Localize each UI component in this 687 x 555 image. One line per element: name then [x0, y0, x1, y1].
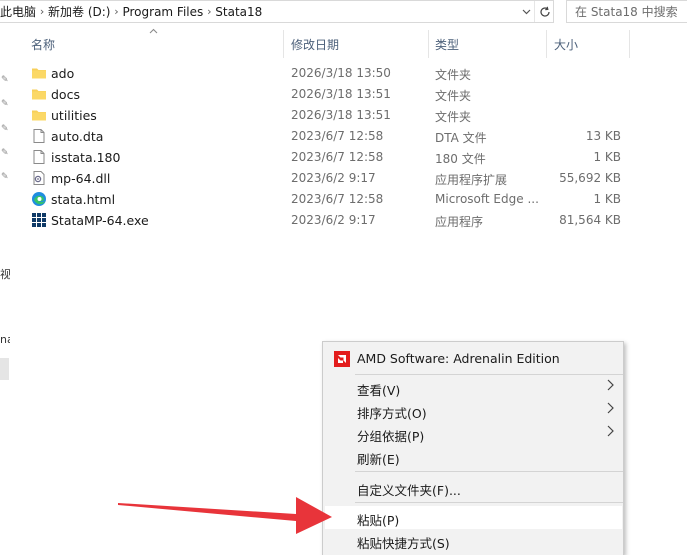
file-row[interactable]: docs 2026/3/18 13:51 文件夹 — [24, 84, 630, 105]
file-name: isstata.180 — [51, 150, 121, 165]
breadcrumb-this-pc[interactable]: 此电脑 — [0, 3, 36, 20]
address-bar-area: 此电脑 › 新加卷 (D:) › Program Files › Stata18… — [0, 0, 687, 24]
nav-item-selected[interactable] — [0, 358, 9, 380]
file-name: StataMP-64.exe — [51, 213, 149, 228]
breadcrumb-program-files[interactable]: Program Files — [122, 5, 203, 19]
menu-item-label: 排序方式(O) — [357, 406, 427, 421]
file-modified: 2023/6/7 12:58 — [291, 192, 384, 206]
sort-ascending-icon — [149, 27, 158, 37]
stata-app-icon — [31, 212, 47, 228]
menu-item-label: 粘贴快捷方式(S) — [357, 536, 450, 551]
file-size: 55,692 KB — [559, 171, 621, 185]
file-type: 应用程序 — [435, 215, 484, 229]
file-row[interactable]: utilities 2026/3/18 13:51 文件夹 — [24, 105, 630, 126]
file-modified: 2023/6/2 9:17 — [291, 213, 376, 227]
nav-item-clipped[interactable]: na — [0, 333, 10, 346]
file-name: mp-64.dll — [51, 171, 111, 186]
pin-icon: ✎ — [1, 148, 9, 158]
file-size: 1 KB — [593, 150, 621, 164]
pin-icon: ✎ — [1, 75, 9, 85]
file-name: auto.dta — [51, 129, 104, 144]
file-modified: 2026/3/18 13:51 — [291, 108, 391, 122]
context-menu: AMD Software: Adrenalin Edition 查看(V) 排序… — [322, 341, 624, 555]
folder-icon — [31, 65, 47, 81]
breadcrumb-chevron-icon[interactable]: › — [36, 0, 48, 23]
file-row[interactable]: stata.html 2023/6/7 12:58 Microsoft Edge… — [24, 189, 630, 210]
file-type: 应用程序扩展 — [435, 173, 508, 187]
breadcrumb-chevron-icon[interactable]: › — [110, 0, 122, 23]
menu-item-amd-software[interactable]: AMD Software: Adrenalin Edition — [325, 347, 622, 370]
submenu-arrow-icon — [607, 402, 614, 418]
file-type: DTA 文件 — [435, 131, 487, 145]
menu-item-refresh[interactable]: 刷新(E) — [325, 445, 622, 468]
file-modified: 2023/6/7 12:58 — [291, 129, 384, 143]
breadcrumb-drive-d[interactable]: 新加卷 (D:) — [48, 3, 110, 20]
menu-item-paste[interactable]: 粘贴(P) — [325, 506, 622, 529]
address-history-dropdown-icon[interactable] — [517, 1, 535, 22]
refresh-icon[interactable] — [534, 1, 554, 22]
breadcrumb-chevron-icon[interactable]: › — [203, 0, 215, 23]
menu-item-view[interactable]: 查看(V) — [325, 376, 622, 399]
file-type: Microsoft Edge ... — [435, 192, 539, 206]
annotation-arrow-icon — [118, 497, 332, 534]
column-header-type[interactable]: 类型 — [435, 30, 459, 58]
file-size: 13 KB — [585, 129, 621, 143]
menu-item-sort-by[interactable]: 排序方式(O) — [325, 399, 622, 422]
file-icon — [31, 128, 47, 144]
file-type: 文件夹 — [435, 68, 472, 82]
file-icon — [31, 149, 47, 165]
file-modified: 2026/3/18 13:51 — [291, 87, 391, 101]
file-modified: 2026/3/18 13:50 — [291, 66, 391, 80]
file-row[interactable]: ado 2026/3/18 13:50 文件夹 — [24, 63, 630, 84]
file-name: ado — [51, 66, 75, 81]
menu-item-customize-folder[interactable]: 自定义文件夹(F)... — [325, 476, 622, 499]
file-name: stata.html — [51, 192, 116, 207]
submenu-arrow-icon — [607, 379, 614, 395]
menu-item-label: 刷新(E) — [357, 452, 400, 467]
file-modified: 2023/6/7 12:58 — [291, 150, 384, 164]
file-size: 1 KB — [593, 192, 621, 206]
submenu-arrow-icon — [607, 425, 614, 441]
menu-item-group-by[interactable]: 分组依据(P) — [325, 422, 622, 445]
file-type: 文件夹 — [435, 110, 472, 124]
breadcrumb-stata18[interactable]: Stata18 — [215, 5, 262, 19]
file-modified: 2023/6/2 9:17 — [291, 171, 376, 185]
menu-item-label: 自定义文件夹(F)... — [357, 483, 461, 498]
pin-icon: ✎ — [1, 172, 9, 182]
column-header-name[interactable]: 名称 — [31, 30, 55, 58]
file-size: 81,564 KB — [559, 213, 621, 227]
pin-icon: ✎ — [1, 99, 9, 109]
menu-item-paste-shortcut[interactable]: 粘贴快捷方式(S) — [325, 529, 622, 552]
folder-icon — [31, 86, 47, 102]
file-row[interactable]: auto.dta 2023/6/7 12:58 DTA 文件 13 KB — [24, 126, 630, 147]
edge-icon — [31, 191, 47, 207]
file-name: docs — [51, 87, 80, 102]
menu-item-label: 粘贴(P) — [357, 513, 400, 528]
file-name: utilities — [51, 108, 97, 123]
column-divider[interactable] — [629, 30, 630, 58]
dll-icon — [31, 170, 47, 186]
menu-separator — [355, 502, 623, 503]
column-divider[interactable] — [546, 30, 547, 58]
amd-logo-icon — [334, 351, 350, 367]
file-row[interactable]: mp-64.dll 2023/6/2 9:17 应用程序扩展 55,692 KB — [24, 168, 630, 189]
pin-icon: ✎ — [1, 124, 9, 134]
menu-separator — [355, 374, 623, 375]
file-type: 180 文件 — [435, 152, 486, 166]
file-type: 文件夹 — [435, 89, 472, 103]
menu-item-label: AMD Software: Adrenalin Edition — [357, 351, 560, 366]
file-row[interactable]: StataMP-64.exe 2023/6/2 9:17 应用程序 81,564… — [24, 210, 630, 231]
column-header-size[interactable]: 大小 — [554, 30, 578, 58]
folder-icon — [31, 107, 47, 123]
address-bar[interactable]: 此电脑 › 新加卷 (D:) › Program Files › Stata18 — [0, 0, 554, 23]
menu-separator — [355, 471, 623, 472]
menu-item-label: 分组依据(P) — [357, 429, 425, 444]
menu-item-label: 查看(V) — [357, 383, 401, 398]
column-header-modified[interactable]: 修改日期 — [291, 30, 339, 58]
file-row[interactable]: isstata.180 2023/6/7 12:58 180 文件 1 KB — [24, 147, 630, 168]
nav-item-clipped[interactable]: 视 — [0, 266, 10, 282]
column-divider[interactable] — [283, 30, 284, 58]
column-divider[interactable] — [428, 30, 429, 58]
search-input[interactable]: 在 Stata18 中搜索 — [566, 0, 687, 23]
